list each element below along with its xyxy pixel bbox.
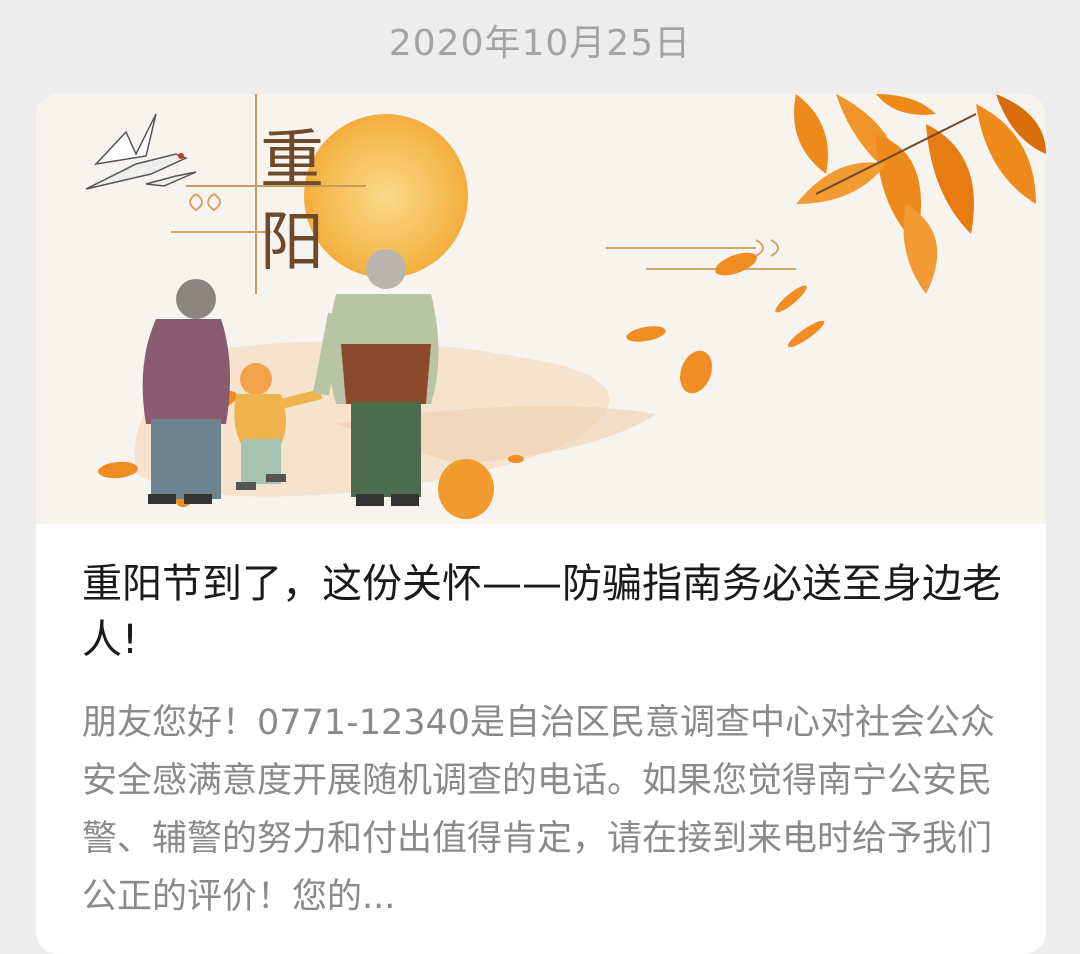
svg-text:阳: 阳: [260, 206, 324, 280]
message-date: 2020年10月25日: [388, 23, 692, 64]
cover-illustration: 重 阳: [36, 94, 1046, 524]
svg-text:重: 重: [260, 124, 324, 198]
article-cover-image[interactable]: 重 阳: [36, 94, 1046, 524]
article-digest[interactable]: 朋友您好！0771-12340是自治区民意调查中心对社会公众安全感满意度开展随机…: [82, 694, 1012, 926]
article-card[interactable]: 重 阳 重阳节到了，这份关怀——防骗指南务必送至身边老人! 朋友您好！0771-…: [36, 94, 1046, 954]
article-title[interactable]: 重阳节到了，这份关怀——防骗指南务必送至身边老人!: [82, 556, 1012, 668]
